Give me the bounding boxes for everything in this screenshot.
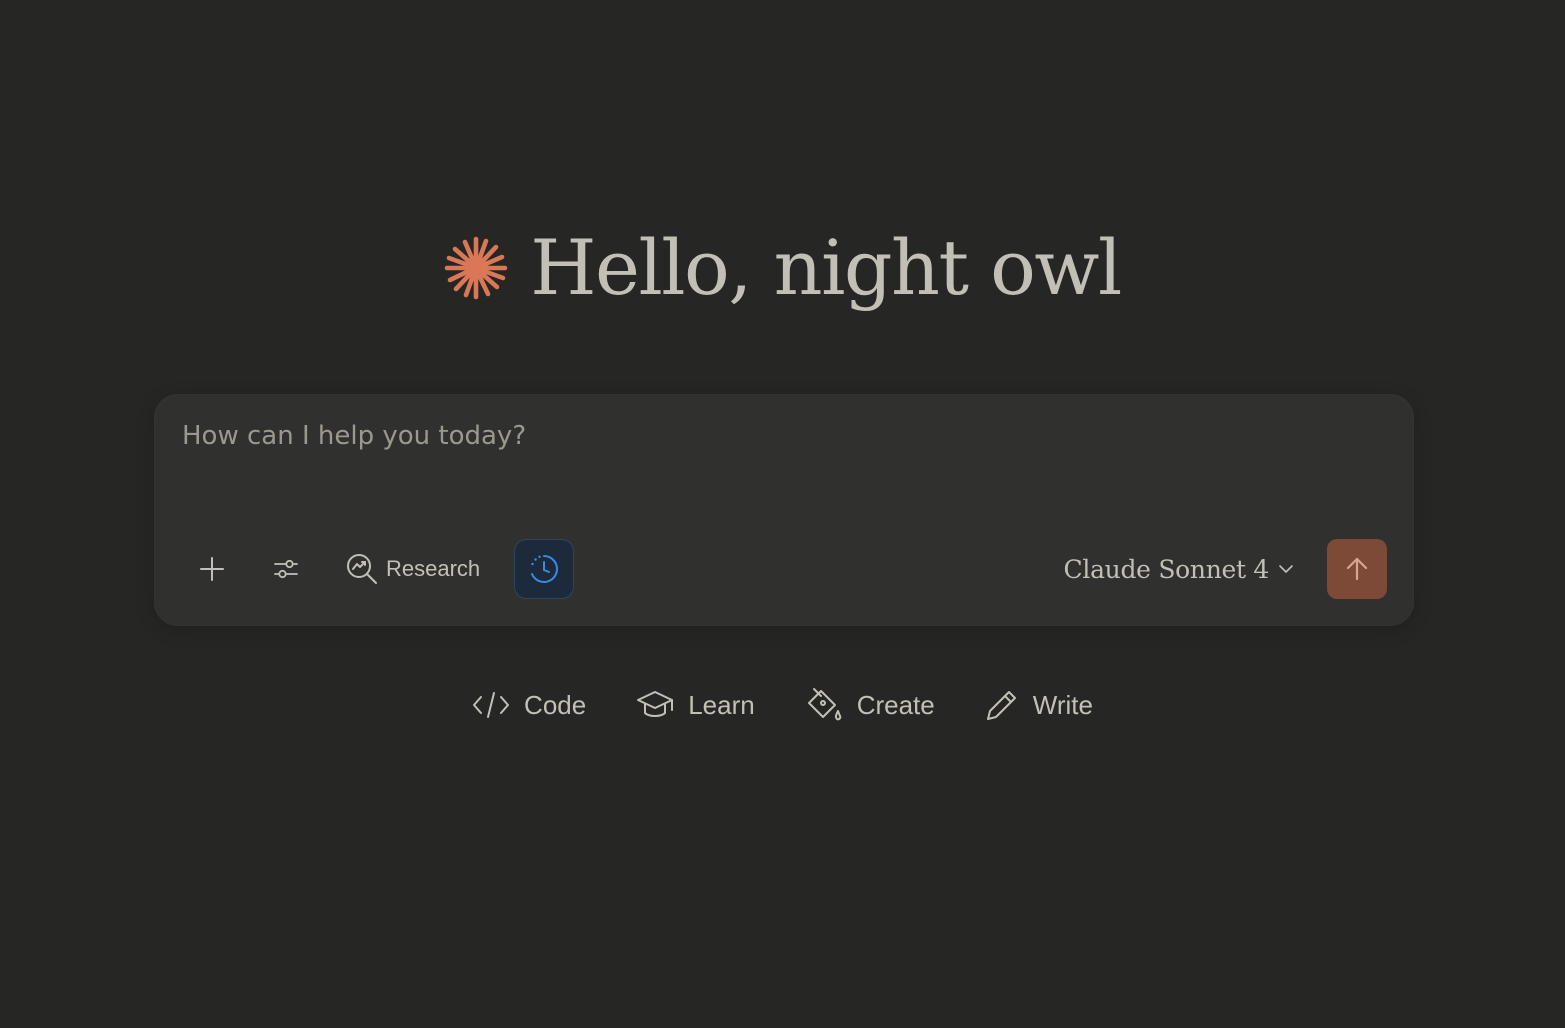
code-icon [473,692,510,718]
add-attachment-button[interactable] [182,539,242,599]
code-label: Code [524,689,587,720]
plus-icon [200,557,224,581]
model-label: Claude Sonnet 4 [1063,554,1270,584]
send-button[interactable] [1327,539,1387,599]
code-action-button[interactable]: Code [452,668,606,742]
app-root: Hello, night owl How can I help you toda… [0,0,1565,1028]
graduation-cap-icon [637,691,674,717]
message-input[interactable] [182,421,1382,481]
create-label: Create [856,689,935,720]
clock-icon [531,555,558,583]
pencil-icon [986,691,1016,720]
extended-thinking-toggle[interactable] [514,539,574,599]
quick-actions: Code Learn Create Write [0,668,1565,742]
research-button[interactable]: Research [338,539,488,599]
learn-label: Learn [688,689,755,720]
research-label: Research [386,556,481,581]
arrow-up-icon [1346,557,1368,581]
model-selector[interactable]: Claude Sonnet 4 [1064,539,1295,599]
learn-action-button[interactable]: Learn [616,668,775,742]
write-label: Write [1032,689,1093,720]
write-action-button[interactable]: Write [965,668,1113,742]
greeting-title: Hello, night owl [530,223,1122,312]
chat-composer: Research Claude Sonnet 4 [154,394,1414,626]
paint-bucket-icon [807,688,841,721]
sliders-icon [274,559,298,579]
tools-button[interactable] [256,539,316,599]
create-action-button[interactable]: Create [785,668,955,742]
claude-spark-icon [444,236,508,300]
greeting: Hello, night owl [0,222,1565,314]
search-chart-icon [347,554,377,584]
chevron-down-icon [1279,565,1293,573]
